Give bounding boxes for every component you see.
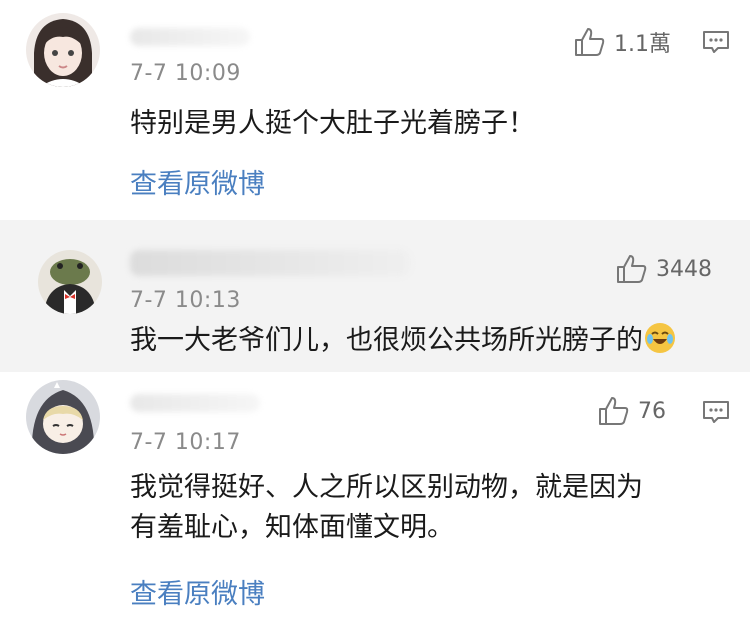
comment-timestamp: 7-7 10:09 xyxy=(130,61,241,86)
comment-text: 我觉得挺好、人之所以区别动物，就是因为 有羞耻心，知体面懂文明。 xyxy=(130,468,710,548)
avatar[interactable] xyxy=(26,380,100,454)
comment-item: 7-7 10:09 特别是男人挺个大肚子光着膀子！ 查看原微博 1.1萬 xyxy=(0,0,750,220)
comment-text-line: 有羞耻心，知体面懂文明。 xyxy=(130,512,454,543)
comment-icon[interactable] xyxy=(702,400,730,424)
like-count: 3448 xyxy=(656,256,712,282)
avatar[interactable] xyxy=(26,13,100,87)
thumbs-up-icon xyxy=(617,255,647,283)
username-obscured[interactable] xyxy=(130,28,250,46)
comment-timestamp: 7-7 10:17 xyxy=(130,430,241,455)
like-button[interactable]: 3448 xyxy=(616,254,712,284)
comment-icon[interactable] xyxy=(702,30,730,54)
username-obscured[interactable] xyxy=(130,394,260,412)
username-obscured[interactable] xyxy=(130,250,410,276)
view-original-weibo-link[interactable]: 查看原微博 xyxy=(130,572,265,611)
thumbs-up-icon xyxy=(599,397,629,425)
comment-item: 7-7 10:17 我觉得挺好、人之所以区别动物，就是因为 有羞耻心，知体面懂文… xyxy=(0,372,750,625)
view-original-weibo-link[interactable]: 查看原微博 xyxy=(130,162,265,201)
comment-text: 特别是男人挺个大肚子光着膀子！ xyxy=(130,108,535,139)
comment-text-line: 我觉得挺好、人之所以区别动物，就是因为 xyxy=(130,472,643,503)
like-count: 1.1萬 xyxy=(614,32,671,57)
avatar[interactable] xyxy=(38,250,102,314)
laughing-crying-emoji xyxy=(645,323,675,353)
comment-text-body: 我一大老爷们儿，也很烦公共场所光膀子的 xyxy=(130,325,643,356)
like-button[interactable]: 76 xyxy=(598,396,666,426)
comment-item-highlighted: 7-7 10:13 我一大老爷们儿，也很烦公共场所光膀子的 3448 xyxy=(0,220,750,372)
thumbs-up-icon xyxy=(575,28,605,56)
like-count: 76 xyxy=(638,398,666,424)
comment-text: 我一大老爷们儿，也很烦公共场所光膀子的 xyxy=(130,321,675,361)
comment-timestamp: 7-7 10:13 xyxy=(130,288,241,313)
like-button[interactable]: 1.1萬 xyxy=(574,26,671,58)
